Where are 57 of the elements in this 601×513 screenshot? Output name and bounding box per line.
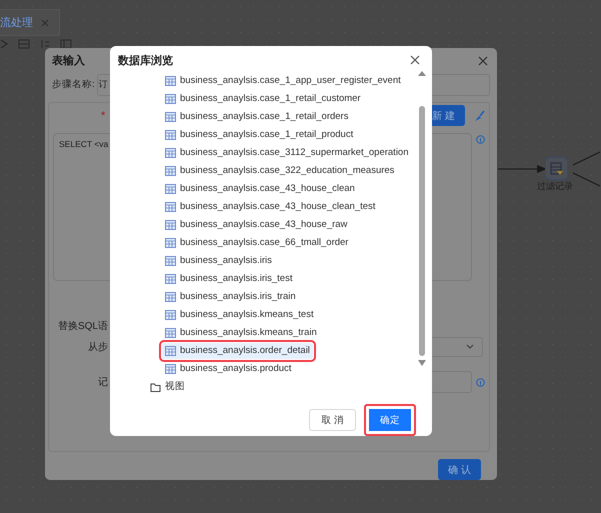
table-icon xyxy=(165,76,176,86)
tree-item[interactable]: business_anaylsis.iris xyxy=(162,252,275,269)
tree-item[interactable]: business_anaylsis.case_1_retail_product xyxy=(162,126,356,143)
ok-button[interactable]: 确定 xyxy=(364,404,416,436)
filter-node[interactable] xyxy=(545,157,568,180)
layout-icon[interactable] xyxy=(60,39,72,49)
tree-item[interactable]: business_anaylsis.product xyxy=(162,360,294,377)
tree-item[interactable]: business_anaylsis.iris_test xyxy=(162,270,296,287)
field-label: 记 xyxy=(97,376,108,389)
tree-item[interactable]: business_anaylsis.iris_train xyxy=(162,288,299,305)
folder-icon xyxy=(150,382,161,392)
table-icon xyxy=(165,112,176,122)
tree-item[interactable]: business_anaylsis.case_322_education_measures xyxy=(162,162,398,179)
table-icon xyxy=(165,310,176,320)
table-icon xyxy=(165,274,176,284)
cancel-button[interactable]: 取 消 xyxy=(309,409,356,431)
table-icon xyxy=(165,202,176,212)
required-mark: * xyxy=(101,110,106,122)
info-icon xyxy=(476,378,485,388)
table-icon xyxy=(165,238,176,248)
close-icon[interactable] xyxy=(410,55,420,66)
grid-icon[interactable] xyxy=(18,39,30,49)
play-icon[interactable] xyxy=(0,39,8,49)
table-icon xyxy=(165,184,176,194)
filter-icon xyxy=(550,162,564,176)
tree-item[interactable]: business_anaylsis.case_66_tmall_order xyxy=(162,234,352,251)
close-icon[interactable] xyxy=(478,56,488,66)
table-icon xyxy=(165,328,176,338)
tree-item[interactable]: business_anaylsis.case_43_house_clean_test xyxy=(162,198,378,215)
field-label: 步骤名称: xyxy=(52,78,95,92)
tree-item[interactable]: business_anaylsis.kmeans_train xyxy=(162,324,320,341)
align-icon[interactable] xyxy=(40,39,50,49)
table-icon xyxy=(165,364,176,374)
tree-item[interactable]: business_anaylsis.case_3112_supermarket_operation xyxy=(162,144,412,161)
table-icon xyxy=(165,220,176,230)
tree-item[interactable]: business_anaylsis.kmeans_test xyxy=(162,306,317,323)
tree-item[interactable]: business_anaylsis.case_43_house_raw xyxy=(162,216,350,233)
table-icon xyxy=(165,166,176,176)
table-icon xyxy=(165,256,176,266)
field-label: 替换SQL语 xyxy=(56,320,108,333)
table-icon xyxy=(165,292,176,302)
info-icon xyxy=(476,134,485,144)
tree-item[interactable]: business_anaylsis.case_43_house_clean xyxy=(162,180,358,197)
field-label: 从步 xyxy=(87,340,108,354)
tree-item[interactable]: 视图 xyxy=(147,378,188,395)
tree-item[interactable]: business_anaylsis.case_1_retail_orders xyxy=(162,108,352,125)
brush-icon[interactable] xyxy=(473,110,485,122)
chevron-down-icon xyxy=(466,344,474,350)
dialog-title: 表输入 xyxy=(52,54,85,68)
table-icon xyxy=(165,346,176,356)
table-icon xyxy=(165,130,176,140)
tree-item[interactable]: business_anaylsis.case_1_app_user_register_event xyxy=(162,72,404,89)
table-icon xyxy=(165,94,176,104)
tree-item[interactable]: business_anaylsis.order_detail xyxy=(162,342,313,359)
table-icon xyxy=(165,148,176,158)
dialog-title: 数据库浏览 xyxy=(118,54,173,68)
tree-item[interactable]: business_anaylsis.case_1_retail_customer xyxy=(162,90,364,107)
